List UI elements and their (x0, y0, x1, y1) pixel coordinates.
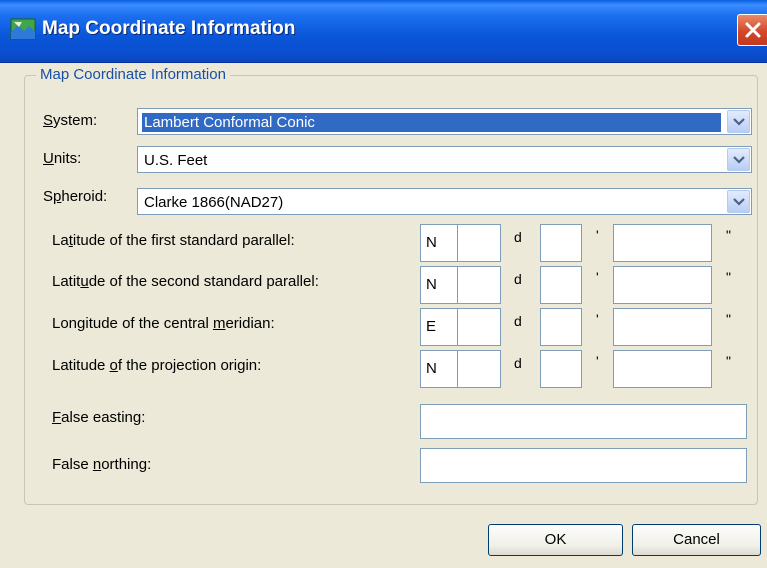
chevron-down-icon[interactable] (727, 110, 750, 133)
units-label: Units: (43, 150, 82, 167)
direction-field[interactable]: N (420, 224, 458, 262)
minute-unit: ' (596, 227, 599, 243)
system-label: System: (43, 112, 98, 129)
spheroid-label: Spheroid: (43, 188, 108, 205)
seconds-field[interactable] (613, 350, 712, 388)
map-icon (10, 16, 36, 42)
param-label: Latitude of the first standard parallel: (52, 232, 295, 249)
minutes-field[interactable] (540, 266, 582, 304)
minute-unit: ' (596, 269, 599, 285)
minutes-field[interactable] (540, 350, 582, 388)
ok-button[interactable]: OK (488, 524, 623, 556)
seconds-field[interactable] (613, 308, 712, 346)
cancel-button[interactable]: Cancel (632, 524, 761, 556)
minutes-field[interactable] (540, 308, 582, 346)
false-northing-label: False northing: (52, 456, 152, 473)
degree-unit: d (514, 355, 522, 371)
param-label: Latitude of the projection origin: (52, 357, 262, 374)
chevron-down-icon[interactable] (727, 190, 750, 213)
title-bar[interactable]: Map Coordinate Information (0, 0, 767, 63)
chevron-down-icon[interactable] (727, 148, 750, 171)
second-unit: " (726, 269, 731, 285)
group-legend: Map Coordinate Information (36, 66, 230, 83)
spheroid-value: Clarke 1866(NAD27) (144, 194, 284, 211)
degrees-field[interactable] (457, 266, 501, 304)
direction-field[interactable]: N (420, 266, 458, 304)
false-northing-field[interactable] (420, 448, 747, 483)
degree-unit: d (514, 313, 522, 329)
spheroid-select[interactable]: Clarke 1866(NAD27) (137, 188, 752, 215)
second-unit: " (726, 353, 731, 369)
param-label: Latitude of the second standard parallel… (52, 273, 319, 290)
seconds-field[interactable] (613, 224, 712, 262)
system-select[interactable]: Lambert Conformal Conic (137, 108, 752, 135)
second-unit: " (726, 311, 731, 327)
minute-unit: ' (596, 353, 599, 369)
degree-unit: d (514, 271, 522, 287)
false-easting-field[interactable] (420, 404, 747, 439)
degree-unit: d (514, 229, 522, 245)
direction-field[interactable]: E (420, 308, 458, 346)
false-easting-label: False easting: (52, 409, 146, 426)
close-icon (745, 22, 761, 38)
param-label: Longitude of the central meridian: (52, 315, 275, 332)
second-unit: " (726, 227, 731, 243)
units-value: U.S. Feet (144, 152, 208, 169)
units-select[interactable]: U.S. Feet (137, 146, 752, 173)
minute-unit: ' (596, 311, 599, 327)
direction-field[interactable]: N (420, 350, 458, 388)
degrees-field[interactable] (457, 350, 501, 388)
close-button[interactable] (737, 14, 767, 46)
degrees-field[interactable] (457, 224, 501, 262)
seconds-field[interactable] (613, 266, 712, 304)
system-value: Lambert Conformal Conic (142, 113, 721, 132)
window-title: Map Coordinate Information (42, 18, 296, 39)
degrees-field[interactable] (457, 308, 501, 346)
minutes-field[interactable] (540, 224, 582, 262)
